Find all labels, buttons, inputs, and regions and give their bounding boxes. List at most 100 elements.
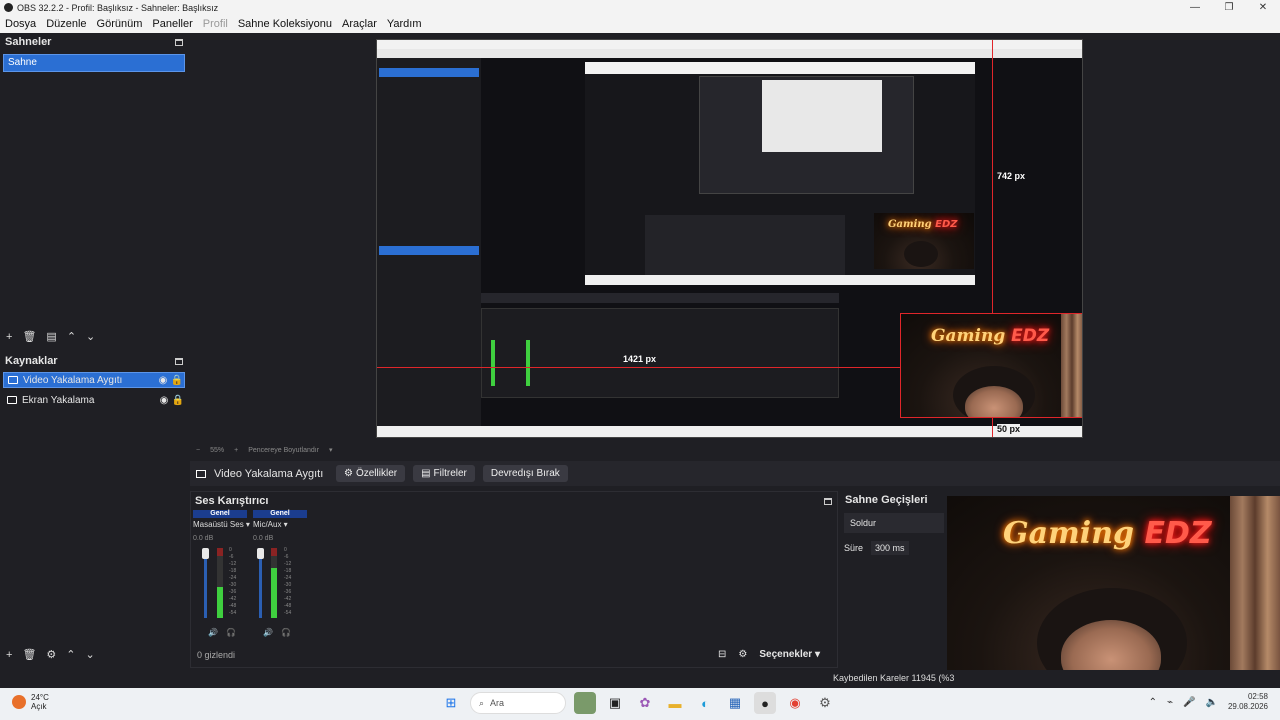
window-title: OBS 32.2.2 - Profil: Başlıksız - Sahnele… <box>17 2 219 13</box>
source-item-video-capture[interactable]: Video Yakalama Aygıtı ◉ 🔒 <box>3 372 185 388</box>
channel-name[interactable]: Mic/Aux ▾ <box>253 520 307 529</box>
channel-name[interactable]: Masaüstü Ses ▾ <box>193 520 250 529</box>
guide-line-vertical <box>992 40 993 313</box>
dropped-frames: Kaybedilen Kareler 11945 (%3 <box>833 673 955 683</box>
neon-sign: Gaming EDZ <box>1003 516 1212 551</box>
webcam-selected[interactable]: Gaming EDZ <box>900 313 1082 418</box>
up-arrow-icon[interactable]: ⌃ <box>67 330 76 343</box>
eye-icon[interactable]: ◉ <box>157 395 171 406</box>
chevron-down-icon[interactable]: ▾ <box>329 446 333 454</box>
edge-icon[interactable]: ◐ <box>694 692 716 714</box>
preview-canvas[interactable]: Gaming EDZ Gaming EDZ 742 px 1421 px 50 … <box>376 39 1083 438</box>
filter-icon[interactable]: ▤ <box>46 330 56 343</box>
duration-input[interactable]: 300 ms <box>871 541 909 555</box>
windows-start-icon[interactable]: ⊞ <box>440 692 462 714</box>
camera-icon <box>196 469 206 478</box>
sources-toolbar: + 🗑 ⚙ ⌃ ⌄ <box>6 648 95 662</box>
lock-icon[interactable]: 🔒 <box>170 375 184 386</box>
trash-icon[interactable]: 🗑 <box>22 330 36 343</box>
mic-icon[interactable]: 🎤 <box>1183 697 1195 708</box>
clock[interactable]: 02:58 29.08.2026 <box>1228 692 1268 712</box>
speaker-icon[interactable]: 🔊 <box>263 628 273 637</box>
nested-meter <box>491 340 495 386</box>
store-icon[interactable]: ▦ <box>724 692 746 714</box>
volume-fader[interactable] <box>257 548 264 618</box>
sources-dock: Kaynaklar Video Yakalama Aygıtı ◉ 🔒 Ekra… <box>0 352 188 670</box>
copilot-icon[interactable]: ✿ <box>634 692 656 714</box>
eye-icon[interactable]: ◉ <box>156 375 170 386</box>
taskbar-search[interactable]: ⌕ Ara <box>470 692 566 714</box>
menu-araclar[interactable]: Araçlar <box>337 18 382 30</box>
deactivate-button[interactable]: Devredışı Bırak <box>482 465 568 482</box>
menu-sahne-koleksiyonu[interactable]: Sahne Koleksiyonu <box>233 18 337 30</box>
scene-item[interactable]: Sahne <box>3 54 185 72</box>
channel-db: 0.0 dB <box>253 535 274 542</box>
transition-type-select[interactable]: Soldur <box>844 513 944 533</box>
menu-profil[interactable]: Profil <box>198 18 233 30</box>
weather-temp: 24°C <box>31 693 49 702</box>
gear-icon: ⚙ <box>344 468 353 479</box>
source-label: Video Yakalama Aygıtı <box>23 374 123 386</box>
gear-icon[interactable]: ⚙ <box>46 648 56 661</box>
gear-icon[interactable]: ⚙ <box>738 649 747 660</box>
taskbar-center: ⊞ ⌕ Ara ▣ ✿ ▬ ◐ ▦ ● ◉ ⚙ <box>440 692 836 714</box>
close-icon[interactable]: ✕ <box>1246 0 1280 15</box>
obs-taskbar-icon[interactable]: ● <box>754 692 776 714</box>
menu-gorunum[interactable]: Görünüm <box>92 18 148 30</box>
settings-gear-icon[interactable]: ⚙ <box>814 692 836 714</box>
volume-fader[interactable] <box>202 548 209 618</box>
zoom-in-icon[interactable]: + <box>234 447 238 454</box>
fader-knob[interactable] <box>202 548 209 559</box>
search-icon: ⌕ <box>479 697 485 708</box>
mixer-channel-mic: Genel Mic/Aux ▾ 0.0 dB <box>253 510 307 542</box>
options-button[interactable]: Seçenekler ▾ <box>759 649 820 660</box>
chevron-up-icon[interactable]: ⌃ <box>1149 697 1157 708</box>
layout-icon[interactable]: ⊟ <box>718 649 726 660</box>
level-meter <box>217 548 223 618</box>
lock-icon[interactable]: 🔒 <box>171 395 185 406</box>
monitor-icon <box>7 396 17 404</box>
up-arrow-icon[interactable]: ⌃ <box>66 648 75 661</box>
maximize-icon[interactable]: ❐ <box>1212 0 1246 15</box>
menu-duzenle[interactable]: Düzenle <box>41 18 91 30</box>
preview-footer: − 55% + Pencereye Boyutlandır ▾ <box>190 443 1280 457</box>
add-icon[interactable]: + <box>6 649 12 661</box>
undock-icon[interactable] <box>175 357 183 365</box>
task-view-icon[interactable]: ▣ <box>604 692 626 714</box>
undock-icon[interactable] <box>824 497 832 505</box>
speaker-icon[interactable]: 🔊 <box>208 628 218 637</box>
weather-widget[interactable]: 24°C Açık <box>12 693 49 711</box>
network-icon[interactable]: ⌁ <box>1167 697 1173 708</box>
guide-line-bottom <box>992 418 993 437</box>
zoom-out-icon[interactable]: − <box>196 447 200 454</box>
properties-button[interactable]: ⚙ Özellikler <box>336 465 406 482</box>
resize-mode[interactable]: Pencereye Boyutlandır <box>248 447 319 454</box>
mixer-channel-desktop: Genel Masaüstü Ses ▾ 0.0 dB <box>193 510 250 542</box>
add-icon[interactable]: + <box>6 331 12 343</box>
down-arrow-icon[interactable]: ⌄ <box>86 648 95 661</box>
nested-preview-screen <box>762 80 882 152</box>
trash-icon[interactable]: 🗑 <box>22 648 36 661</box>
undock-icon[interactable] <box>175 38 183 46</box>
down-arrow-icon[interactable]: ⌄ <box>86 330 95 343</box>
nested-mixer-large <box>481 308 839 398</box>
menu-yardim[interactable]: Yardım <box>382 18 427 30</box>
obs-logo-icon <box>4 3 13 12</box>
minimize-icon[interactable]: — <box>1178 0 1212 15</box>
sources-dock-header: Kaynaklar <box>0 352 188 370</box>
sources-title: Kaynaklar <box>5 355 58 367</box>
folder-icon[interactable]: ▬ <box>664 692 686 714</box>
menu-bar: Dosya Düzenle Görünüm Paneller Profil Sa… <box>0 15 1280 33</box>
filters-button[interactable]: ▤ Filtreler <box>413 465 475 482</box>
preview-area[interactable]: Gaming EDZ Gaming EDZ 742 px 1421 px 50 … <box>190 33 1280 443</box>
menu-paneller[interactable]: Paneller <box>147 18 197 30</box>
source-item-screen-capture[interactable]: Ekran Yakalama ◉ 🔒 <box>3 392 185 408</box>
fader-knob[interactable] <box>257 548 264 559</box>
channel-controls: 🔊 🎧 <box>263 628 291 637</box>
chrome-icon[interactable]: ◉ <box>784 692 806 714</box>
volume-icon[interactable]: 🔈 <box>1206 697 1218 708</box>
headphones-icon[interactable]: 🎧 <box>281 628 291 637</box>
game-icon[interactable] <box>574 692 596 714</box>
menu-dosya[interactable]: Dosya <box>0 18 41 30</box>
headphones-icon[interactable]: 🎧 <box>226 628 236 637</box>
